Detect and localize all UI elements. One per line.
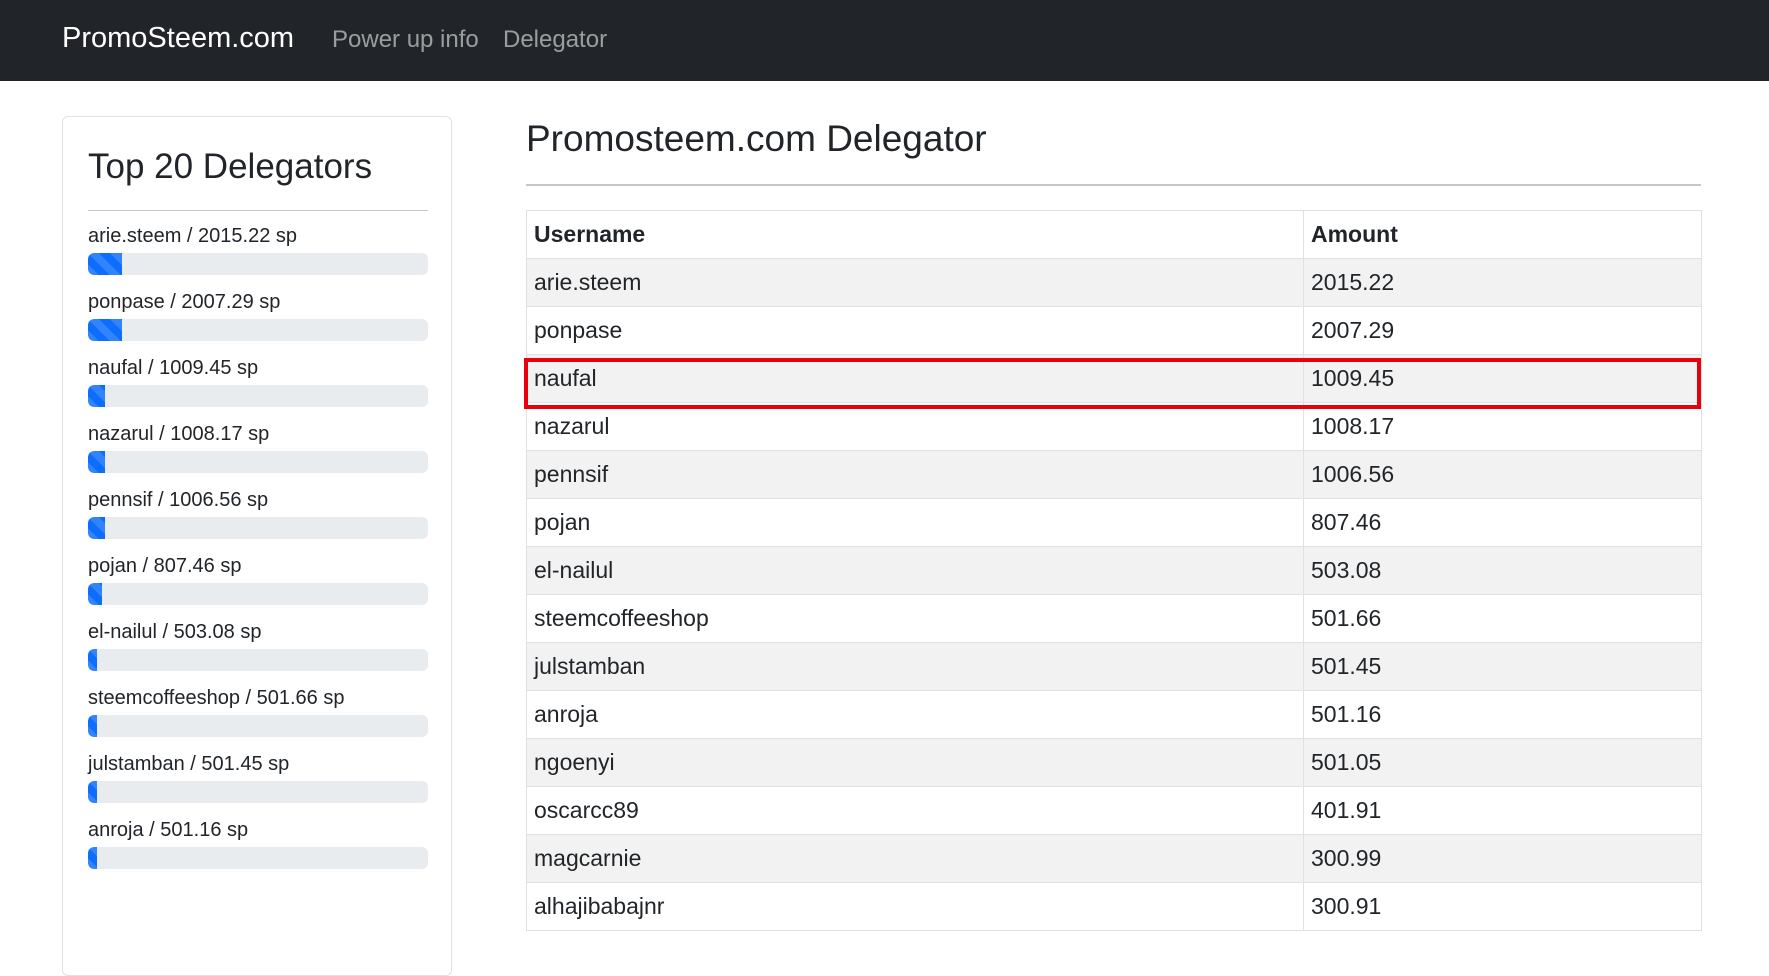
table-row: naufal 1009.45 — [526, 354, 1702, 403]
progress-fill — [88, 451, 105, 473]
username-cell: ngoenyi — [526, 738, 1304, 787]
delegator-item: pennsif / 1006.56 sp — [88, 489, 428, 549]
progress-bar — [88, 253, 428, 275]
progress-bar — [88, 319, 428, 341]
table-row: magcarnie 300.99 — [526, 834, 1702, 883]
username-cell: naufal — [526, 354, 1304, 403]
username-cell: nazarul — [526, 402, 1304, 451]
progress-fill — [88, 583, 102, 605]
delegator-label: julstamban / 501.45 sp — [88, 753, 290, 775]
delegator-item: anroja / 501.16 sp — [88, 819, 428, 879]
username-cell: steemcoffeeshop — [526, 594, 1304, 643]
delegator-item: arie.steem / 2015.22 sp — [88, 225, 428, 285]
delegator-item: el-nailul / 503.08 sp — [88, 621, 428, 681]
delegator-label: anroja / 501.16 sp — [88, 819, 249, 841]
table-header-row: Username Amount — [526, 210, 1702, 259]
username-cell: alhajibabajnr — [526, 882, 1304, 931]
delegator-item: steemcoffeeshop / 501.66 sp — [88, 687, 428, 747]
username-cell: julstamban — [526, 642, 1304, 691]
title-divider — [526, 184, 1701, 186]
amount-cell: 2007.29 — [1303, 306, 1702, 355]
amount-cell: 501.16 — [1303, 690, 1702, 739]
progress-fill — [88, 715, 97, 737]
column-header-username: Username — [526, 210, 1304, 259]
sidebar-title: Top 20 Delegators — [88, 147, 373, 186]
username-cell: anroja — [526, 690, 1304, 739]
progress-bar — [88, 781, 428, 803]
top-delegators-card: Top 20 Delegators arie.steem / 2015.22 s… — [62, 116, 452, 976]
amount-cell: 501.45 — [1303, 642, 1702, 691]
progress-fill — [88, 319, 122, 341]
progress-bar — [88, 451, 428, 473]
delegator-item: pojan / 807.46 sp — [88, 555, 428, 615]
username-cell: magcarnie — [526, 834, 1304, 883]
sidebar-divider — [88, 210, 428, 211]
amount-cell: 1009.45 — [1303, 354, 1702, 403]
amount-cell: 807.46 — [1303, 498, 1702, 547]
username-cell: el-nailul — [526, 546, 1304, 595]
progress-fill — [88, 253, 122, 275]
progress-bar — [88, 517, 428, 539]
delegator-table: Username Amount arie.steem 2015.22 ponpase… — [526, 210, 1702, 931]
progress-bar — [88, 583, 428, 605]
top-navbar: PromoSteem.com Power up info Delegator — [0, 0, 1769, 81]
amount-cell: 300.99 — [1303, 834, 1702, 883]
table-row: nazarul 1008.17 — [526, 402, 1702, 451]
amount-cell: 2015.22 — [1303, 258, 1702, 307]
delegator-item: ponpase / 2007.29 sp — [88, 291, 428, 351]
progress-fill — [88, 781, 97, 803]
table-row: ngoenyi 501.05 — [526, 738, 1702, 787]
progress-fill — [88, 649, 97, 671]
delegator-item: julstamban / 501.45 sp — [88, 753, 428, 813]
table-row: arie.steem 2015.22 — [526, 258, 1702, 307]
nav-link-power-up-info[interactable]: Power up info — [332, 26, 479, 54]
delegator-label: arie.steem / 2015.22 sp — [88, 225, 298, 247]
amount-cell: 501.05 — [1303, 738, 1702, 787]
username-cell: arie.steem — [526, 258, 1304, 307]
progress-fill — [88, 517, 105, 539]
delegator-item: naufal / 1009.45 sp — [88, 357, 428, 417]
delegator-label: nazarul / 1008.17 sp — [88, 423, 270, 445]
page-title: Promosteem.com Delegator — [526, 118, 987, 159]
delegator-table-container: Username Amount arie.steem 2015.22 ponpase… — [526, 210, 1702, 931]
table-row: julstamban 501.45 — [526, 642, 1702, 691]
delegator-label: pojan / 807.46 sp — [88, 555, 242, 577]
username-cell: oscarcc89 — [526, 786, 1304, 835]
progress-bar — [88, 385, 428, 407]
progress-fill — [88, 847, 97, 869]
brand-link[interactable]: PromoSteem.com — [62, 22, 294, 55]
username-cell: pojan — [526, 498, 1304, 547]
table-body: arie.steem 2015.22 ponpase 2007.29 naufal 100… — [526, 258, 1702, 931]
delegator-label: steemcoffeeshop / 501.66 sp — [88, 687, 345, 709]
delegator-label: naufal / 1009.45 sp — [88, 357, 259, 379]
username-cell: pennsif — [526, 450, 1304, 499]
delegator-label: ponpase / 2007.29 sp — [88, 291, 281, 313]
amount-cell: 1008.17 — [1303, 402, 1702, 451]
amount-cell: 401.91 — [1303, 786, 1702, 835]
username-cell: ponpase — [526, 306, 1304, 355]
table-row: oscarcc89 401.91 — [526, 786, 1702, 835]
amount-cell: 1006.56 — [1303, 450, 1702, 499]
table-row: pojan 807.46 — [526, 498, 1702, 547]
delegator-label: el-nailul / 503.08 sp — [88, 621, 262, 643]
delegator-label: pennsif / 1006.56 sp — [88, 489, 269, 511]
amount-cell: 503.08 — [1303, 546, 1702, 595]
table-row: alhajibabajnr 300.91 — [526, 882, 1702, 931]
column-header-amount: Amount — [1303, 210, 1702, 259]
table-row: el-nailul 503.08 — [526, 546, 1702, 595]
progress-bar — [88, 847, 428, 869]
progress-bar — [88, 649, 428, 671]
table-row: anroja 501.16 — [526, 690, 1702, 739]
amount-cell: 300.91 — [1303, 882, 1702, 931]
nav-link-delegator[interactable]: Delegator — [503, 26, 607, 54]
table-row: pennsif 1006.56 — [526, 450, 1702, 499]
progress-bar — [88, 715, 428, 737]
table-row: ponpase 2007.29 — [526, 306, 1702, 355]
table-row: steemcoffeeshop 501.66 — [526, 594, 1702, 643]
delegator-item: nazarul / 1008.17 sp — [88, 423, 428, 483]
progress-fill — [88, 385, 105, 407]
amount-cell: 501.66 — [1303, 594, 1702, 643]
